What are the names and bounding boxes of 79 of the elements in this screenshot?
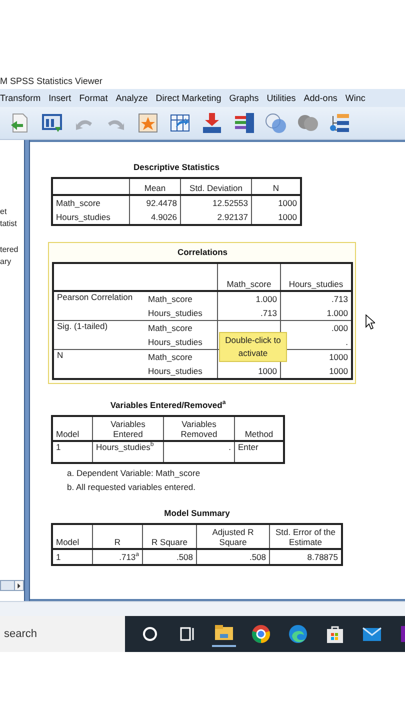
table-cell: N bbox=[53, 350, 145, 364]
menu-item[interactable]: Transform bbox=[0, 93, 41, 103]
column-header: Method bbox=[234, 416, 284, 441]
outline-item[interactable]: tatist bbox=[0, 218, 17, 230]
column-header: Variables Removed bbox=[164, 416, 234, 441]
column-header: Std. Deviation bbox=[180, 178, 252, 195]
table-cell: Pearson Correlation bbox=[53, 291, 145, 306]
table-cell: Hours_studies$^{b}$ bbox=[92, 441, 164, 463]
table-cell: 1000 bbox=[218, 364, 280, 379]
table-cell: 2.92137 bbox=[180, 210, 252, 225]
table-cell: 1.000 bbox=[280, 306, 352, 320]
column-header: Math_score bbox=[218, 263, 280, 291]
table-cell: Sig. (1-tailed) bbox=[53, 320, 145, 335]
color-bars-icon[interactable] bbox=[232, 111, 256, 135]
tooltip: Double-click to activate bbox=[219, 332, 287, 362]
table-cell: Hours_studies bbox=[52, 210, 130, 225]
table-cell: 12.52553 bbox=[180, 195, 252, 210]
table-title: Descriptive Statistics bbox=[134, 162, 220, 172]
wave-browser-icon[interactable] bbox=[286, 622, 310, 646]
column-header: Hours_studies bbox=[280, 263, 352, 291]
table-cell: Math_score bbox=[145, 291, 218, 306]
outline-item[interactable]: tered bbox=[0, 244, 18, 256]
menu-item[interactable]: Direct Marketing bbox=[156, 93, 222, 103]
browser-icon[interactable] bbox=[249, 622, 273, 646]
table-cell: Hours_studies bbox=[145, 306, 218, 320]
table-cell: . bbox=[164, 441, 234, 463]
selected-output-frame[interactable] bbox=[48, 242, 356, 384]
column-header: R Square bbox=[142, 524, 196, 549]
table-cell: Enter bbox=[234, 441, 284, 463]
menu-item[interactable]: Graphs bbox=[229, 93, 259, 103]
table-cell: .713 bbox=[218, 306, 280, 320]
table-cell: .508 bbox=[142, 549, 196, 565]
column-header: Model bbox=[52, 524, 92, 549]
table-cell: 8.78875 bbox=[270, 549, 342, 565]
table-cell: .713$^{a}$ bbox=[92, 549, 142, 565]
column-header: Variables Entered bbox=[92, 416, 164, 441]
column-header: Std. Error of the Estimate bbox=[270, 524, 342, 549]
table-cell: Math_score bbox=[145, 320, 218, 335]
column-header: R bbox=[92, 524, 142, 549]
mouse-pointer-icon bbox=[365, 314, 375, 330]
menu-item[interactable]: Winc bbox=[345, 93, 366, 103]
table-cell: 92.4478 bbox=[130, 195, 180, 210]
table-cell: 1.000 bbox=[218, 291, 280, 306]
circle-pair-icon[interactable] bbox=[264, 111, 288, 135]
table-cell: Hours_studies bbox=[145, 364, 218, 379]
table-cell: 1000 bbox=[252, 210, 301, 225]
footnote: a. Dependent Variable: Math_score bbox=[67, 468, 200, 478]
tree-list-icon[interactable] bbox=[328, 111, 352, 135]
menu-item[interactable]: Format bbox=[79, 93, 108, 103]
outline-item[interactable]: ary bbox=[0, 256, 12, 268]
download-bar-icon[interactable] bbox=[200, 111, 224, 135]
menu-item[interactable]: Insert bbox=[48, 93, 72, 103]
table-title: Variables Entered/Removed$^{a}$ bbox=[110, 400, 226, 410]
table-cell: Math_score bbox=[145, 350, 218, 364]
table-title: Model Summary bbox=[164, 508, 230, 518]
menu-item[interactable]: Add-ons bbox=[304, 93, 338, 103]
table-cell: .713 bbox=[280, 291, 352, 306]
outline-item[interactable]: et bbox=[0, 206, 7, 218]
table-cell: 1000 bbox=[252, 195, 301, 210]
window-title: M SPSS Statistics Viewer bbox=[0, 76, 102, 86]
table-cell: 1000 bbox=[280, 364, 352, 379]
column-header: Mean bbox=[130, 178, 180, 195]
column-header: N bbox=[252, 178, 301, 195]
horizontal-scrollbar[interactable] bbox=[0, 580, 24, 591]
table-title: Correlations bbox=[177, 247, 228, 257]
table-cell: Hours_studies bbox=[145, 335, 218, 350]
table-cell: 1 bbox=[52, 441, 92, 463]
menu-item[interactable]: Utilities bbox=[266, 93, 296, 103]
table-cell: 1 bbox=[52, 549, 92, 565]
menu-item[interactable]: Analyze bbox=[116, 93, 148, 103]
table-cell: 4.9026 bbox=[130, 210, 180, 225]
star-grid-icon[interactable] bbox=[136, 111, 160, 135]
column-header: Model bbox=[52, 416, 92, 441]
table-cell: Math_score bbox=[52, 195, 130, 210]
search-field[interactable]: search bbox=[0, 616, 125, 652]
footnote: b. All requested variables entered. bbox=[67, 482, 196, 492]
column-header: Adjusted R Square bbox=[196, 524, 270, 549]
table-cell: .508 bbox=[196, 549, 270, 565]
right-arrow-icon[interactable] bbox=[17, 582, 21, 588]
